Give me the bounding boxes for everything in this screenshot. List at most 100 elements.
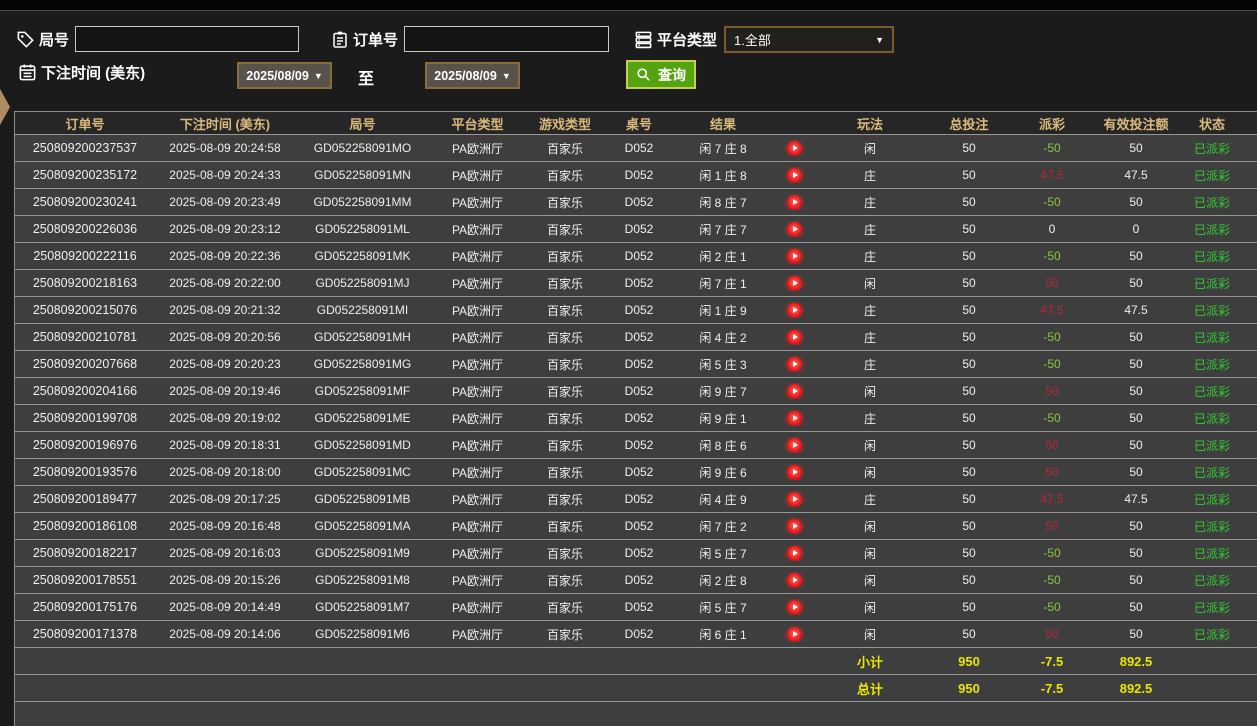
date-to-picker[interactable]: 2025/08/09 ▼: [425, 62, 520, 89]
cell-game-type: 百家乐: [546, 384, 583, 399]
replay-play-button[interactable]: [786, 464, 802, 480]
col-header-bet-time: 下注时间 (美东): [179, 116, 271, 132]
replay-play-button[interactable]: [786, 491, 802, 507]
cell-round-id: GD052258091MA: [314, 519, 411, 533]
replay-play-button[interactable]: [786, 383, 802, 399]
cell-status: 已派彩: [1193, 438, 1230, 453]
cell-result: 闲 9 庄 6: [699, 465, 747, 480]
col-header-payout: 派彩: [1038, 116, 1065, 132]
grand-total-payout: -7.5: [1040, 680, 1064, 696]
replay-play-button[interactable]: [786, 437, 802, 453]
replay-play-button[interactable]: [786, 545, 802, 561]
cell-play-type: 庄: [863, 249, 876, 264]
replay-play-button[interactable]: [786, 167, 802, 183]
round-number-input[interactable]: [75, 26, 300, 52]
subtotal-valid-bet: 892.5: [1119, 653, 1153, 669]
date-from-picker[interactable]: 2025/08/09 ▼: [237, 62, 332, 89]
replay-play-button[interactable]: [786, 275, 802, 291]
table-row: 250809200218163 2025-08-09 20:22:00 GD05…: [15, 270, 1257, 297]
cell-status: 已派彩: [1193, 546, 1230, 561]
replay-play-button[interactable]: [786, 140, 802, 156]
cell-round-id: GD052258091MO: [313, 141, 412, 155]
cell-payout: 50: [1045, 627, 1059, 641]
cell-round-id: GD052258091MK: [314, 249, 411, 263]
cell-result: 闲 9 庄 1: [699, 411, 747, 426]
cell-platform: PA欧洲厅: [451, 303, 504, 318]
platform-type-label: 平台类型: [657, 32, 718, 49]
cell-platform: PA欧洲厅: [451, 438, 504, 453]
cell-payout: -50: [1043, 411, 1061, 425]
cell-order-id: 250809200193576: [32, 465, 138, 479]
cell-game-type: 百家乐: [546, 168, 583, 183]
cell-payout: 0: [1048, 222, 1056, 236]
replay-play-button[interactable]: [786, 599, 802, 615]
cell-total-bet: 50: [962, 195, 976, 209]
table-row: 250809200204166 2025-08-09 20:19:46 GD05…: [15, 378, 1257, 405]
replay-play-button[interactable]: [786, 410, 802, 426]
cell-game-type: 百家乐: [546, 573, 583, 588]
replay-play-button[interactable]: [786, 302, 802, 318]
cell-total-bet: 50: [962, 519, 976, 533]
cell-total-bet: 50: [962, 330, 976, 344]
cell-status: 已派彩: [1193, 573, 1230, 588]
cell-order-id: 250809200182217: [32, 546, 138, 560]
cell-order-id: 250809200196976: [32, 438, 138, 452]
cell-order-id: 250809200237537: [32, 141, 138, 155]
col-header-table-no: 桌号: [625, 116, 652, 132]
cell-status: 已派彩: [1193, 276, 1230, 291]
cell-table-no: D052: [624, 276, 654, 290]
cell-platform: PA欧洲厅: [451, 330, 504, 345]
cell-bet-time: 2025-08-09 20:23:49: [169, 195, 281, 209]
cell-order-id: 250809200226036: [32, 222, 138, 236]
col-header-game-type: 游戏类型: [538, 116, 591, 132]
cell-round-id: GD052258091MD: [314, 438, 411, 452]
cell-bet-time: 2025-08-09 20:16:48: [169, 519, 281, 533]
cell-round-id: GD052258091M7: [315, 600, 410, 614]
cell-total-bet: 50: [962, 222, 976, 236]
order-number-input[interactable]: [404, 26, 610, 52]
cell-platform: PA欧洲厅: [451, 222, 504, 237]
cell-game-type: 百家乐: [546, 465, 583, 480]
cell-game-type: 百家乐: [546, 303, 583, 318]
cell-total-bet: 50: [962, 384, 976, 398]
cell-total-bet: 50: [962, 249, 976, 263]
cell-status: 已派彩: [1193, 249, 1230, 264]
table-row: 250809200226036 2025-08-09 20:23:12 GD05…: [15, 216, 1257, 243]
cell-bet-time: 2025-08-09 20:19:46: [169, 384, 281, 398]
cell-game-type: 百家乐: [546, 357, 583, 372]
replay-play-button[interactable]: [786, 356, 802, 372]
cell-order-id: 250809200218163: [32, 276, 138, 290]
cell-order-id: 250809200186108: [32, 519, 138, 533]
cell-play-type: 闲: [863, 438, 876, 453]
cell-valid-bet: 47.5: [1124, 303, 1148, 317]
table-row: 250809200196976 2025-08-09 20:18:31 GD05…: [15, 432, 1257, 459]
cell-bet-time: 2025-08-09 20:21:32: [169, 303, 281, 317]
table-row: 250809200193576 2025-08-09 20:18:00 GD05…: [15, 459, 1257, 486]
cell-table-no: D052: [624, 438, 654, 452]
cell-order-id: 250809200230241: [32, 195, 138, 209]
sidebar-collapse-arrow-icon[interactable]: [0, 78, 10, 136]
replay-play-button[interactable]: [786, 572, 802, 588]
cell-status: 已派彩: [1193, 222, 1230, 237]
replay-play-button[interactable]: [786, 626, 802, 642]
cell-play-type: 庄: [863, 168, 876, 183]
cell-platform: PA欧洲厅: [451, 492, 504, 507]
cell-payout: -50: [1043, 600, 1061, 614]
col-header-status: 状态: [1198, 116, 1225, 132]
platform-type-select[interactable]: 1.全部 ▼: [724, 26, 895, 53]
cell-payout: -50: [1043, 357, 1061, 371]
round-number-label: 局号: [39, 31, 70, 49]
cell-table-no: D052: [624, 330, 654, 344]
cell-total-bet: 50: [962, 411, 976, 425]
cell-platform: PA欧洲厅: [451, 276, 504, 291]
col-header-valid-bet: 有效投注额: [1103, 116, 1169, 132]
replay-play-button[interactable]: [786, 194, 802, 210]
cell-table-no: D052: [624, 357, 654, 371]
col-header-platform: 平台类型: [451, 116, 504, 132]
query-button[interactable]: 查询: [626, 60, 696, 89]
cell-game-type: 百家乐: [546, 627, 583, 642]
replay-play-button[interactable]: [786, 248, 802, 264]
replay-play-button[interactable]: [786, 518, 802, 534]
replay-play-button[interactable]: [786, 329, 802, 345]
replay-play-button[interactable]: [786, 221, 802, 237]
